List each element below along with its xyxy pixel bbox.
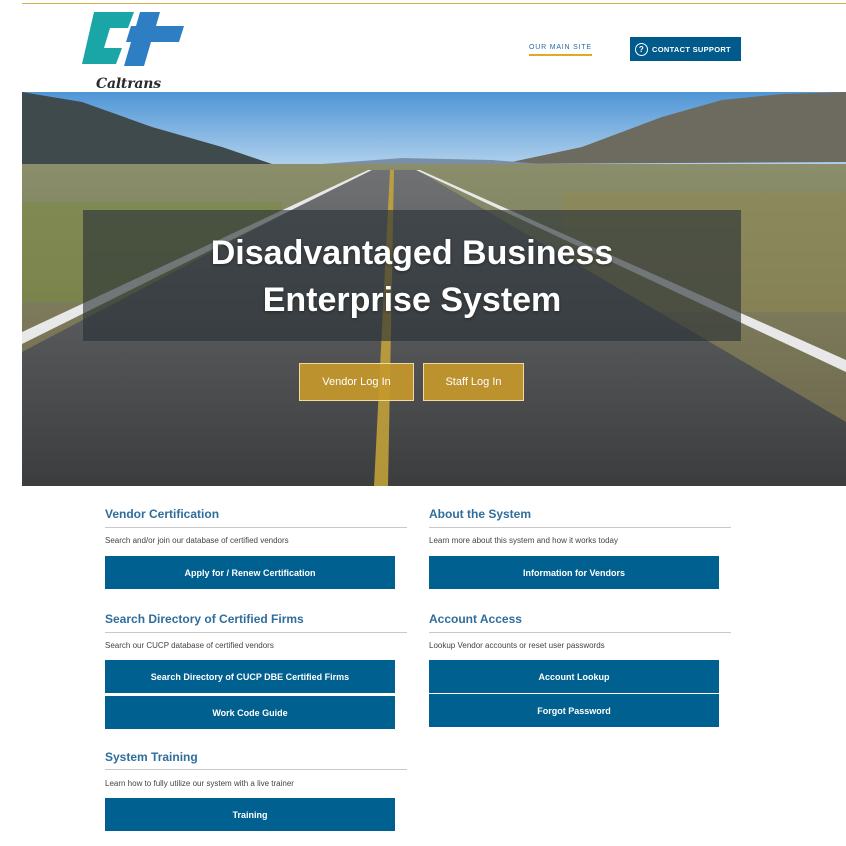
forgot-password-button[interactable]: Forgot Password bbox=[429, 694, 719, 727]
work-code-guide-button[interactable]: Work Code Guide bbox=[105, 696, 395, 729]
staff-login-button[interactable]: Staff Log In bbox=[423, 363, 524, 401]
training-button[interactable]: Training bbox=[105, 798, 395, 831]
section-divider bbox=[105, 769, 407, 770]
top-divider bbox=[22, 3, 846, 4]
search-directory-heading: Search Directory of Certified Firms bbox=[105, 612, 304, 626]
apply-renew-certification-button[interactable]: Apply for / Renew Certification bbox=[105, 556, 395, 589]
about-system-description: Learn more about this system and how it … bbox=[429, 536, 618, 545]
caltrans-logo[interactable]: Caltrans bbox=[82, 8, 187, 92]
contact-support-button[interactable]: ? CONTACT SUPPORT bbox=[630, 37, 741, 61]
vendor-login-button[interactable]: Vendor Log In bbox=[299, 363, 414, 401]
contact-support-label: CONTACT SUPPORT bbox=[652, 44, 731, 54]
hero-title-line-2: Enterprise System bbox=[262, 281, 562, 319]
caltrans-logo-mark bbox=[82, 12, 184, 66]
section-divider bbox=[105, 632, 407, 633]
hero-title: Disadvantaged Business Enterprise System bbox=[83, 230, 741, 324]
logo-wordmark: Caltrans bbox=[96, 76, 161, 92]
vendor-certification-heading: Vendor Certification bbox=[105, 507, 220, 521]
hero-title-panel: Disadvantaged Business Enterprise System bbox=[83, 210, 741, 341]
system-training-heading: System Training bbox=[105, 750, 198, 764]
search-directory-description: Search our CUCP database of certified ve… bbox=[105, 641, 274, 650]
main-site-link[interactable]: OUR MAIN SITE bbox=[529, 44, 592, 56]
system-training-description: Learn how to fully utilize our system wi… bbox=[105, 779, 294, 788]
hero-banner: Disadvantaged Business Enterprise System… bbox=[22, 92, 846, 486]
section-divider bbox=[429, 527, 731, 528]
about-system-heading: About the System bbox=[429, 507, 532, 521]
question-circle-icon: ? bbox=[635, 42, 648, 56]
account-access-heading: Account Access bbox=[429, 612, 522, 626]
section-divider bbox=[105, 527, 407, 528]
vendor-certification-description: Search and/or join our database of certi… bbox=[105, 536, 289, 545]
account-access-description: Lookup Vendor accounts or reset user pas… bbox=[429, 641, 605, 650]
search-directory-button[interactable]: Search Directory of CUCP DBE Certified F… bbox=[105, 660, 395, 693]
hero-title-line-1: Disadvantaged Business bbox=[210, 234, 614, 272]
account-lookup-button[interactable]: Account Lookup bbox=[429, 660, 719, 693]
information-for-vendors-button[interactable]: Information for Vendors bbox=[429, 556, 719, 589]
section-divider bbox=[429, 632, 731, 633]
